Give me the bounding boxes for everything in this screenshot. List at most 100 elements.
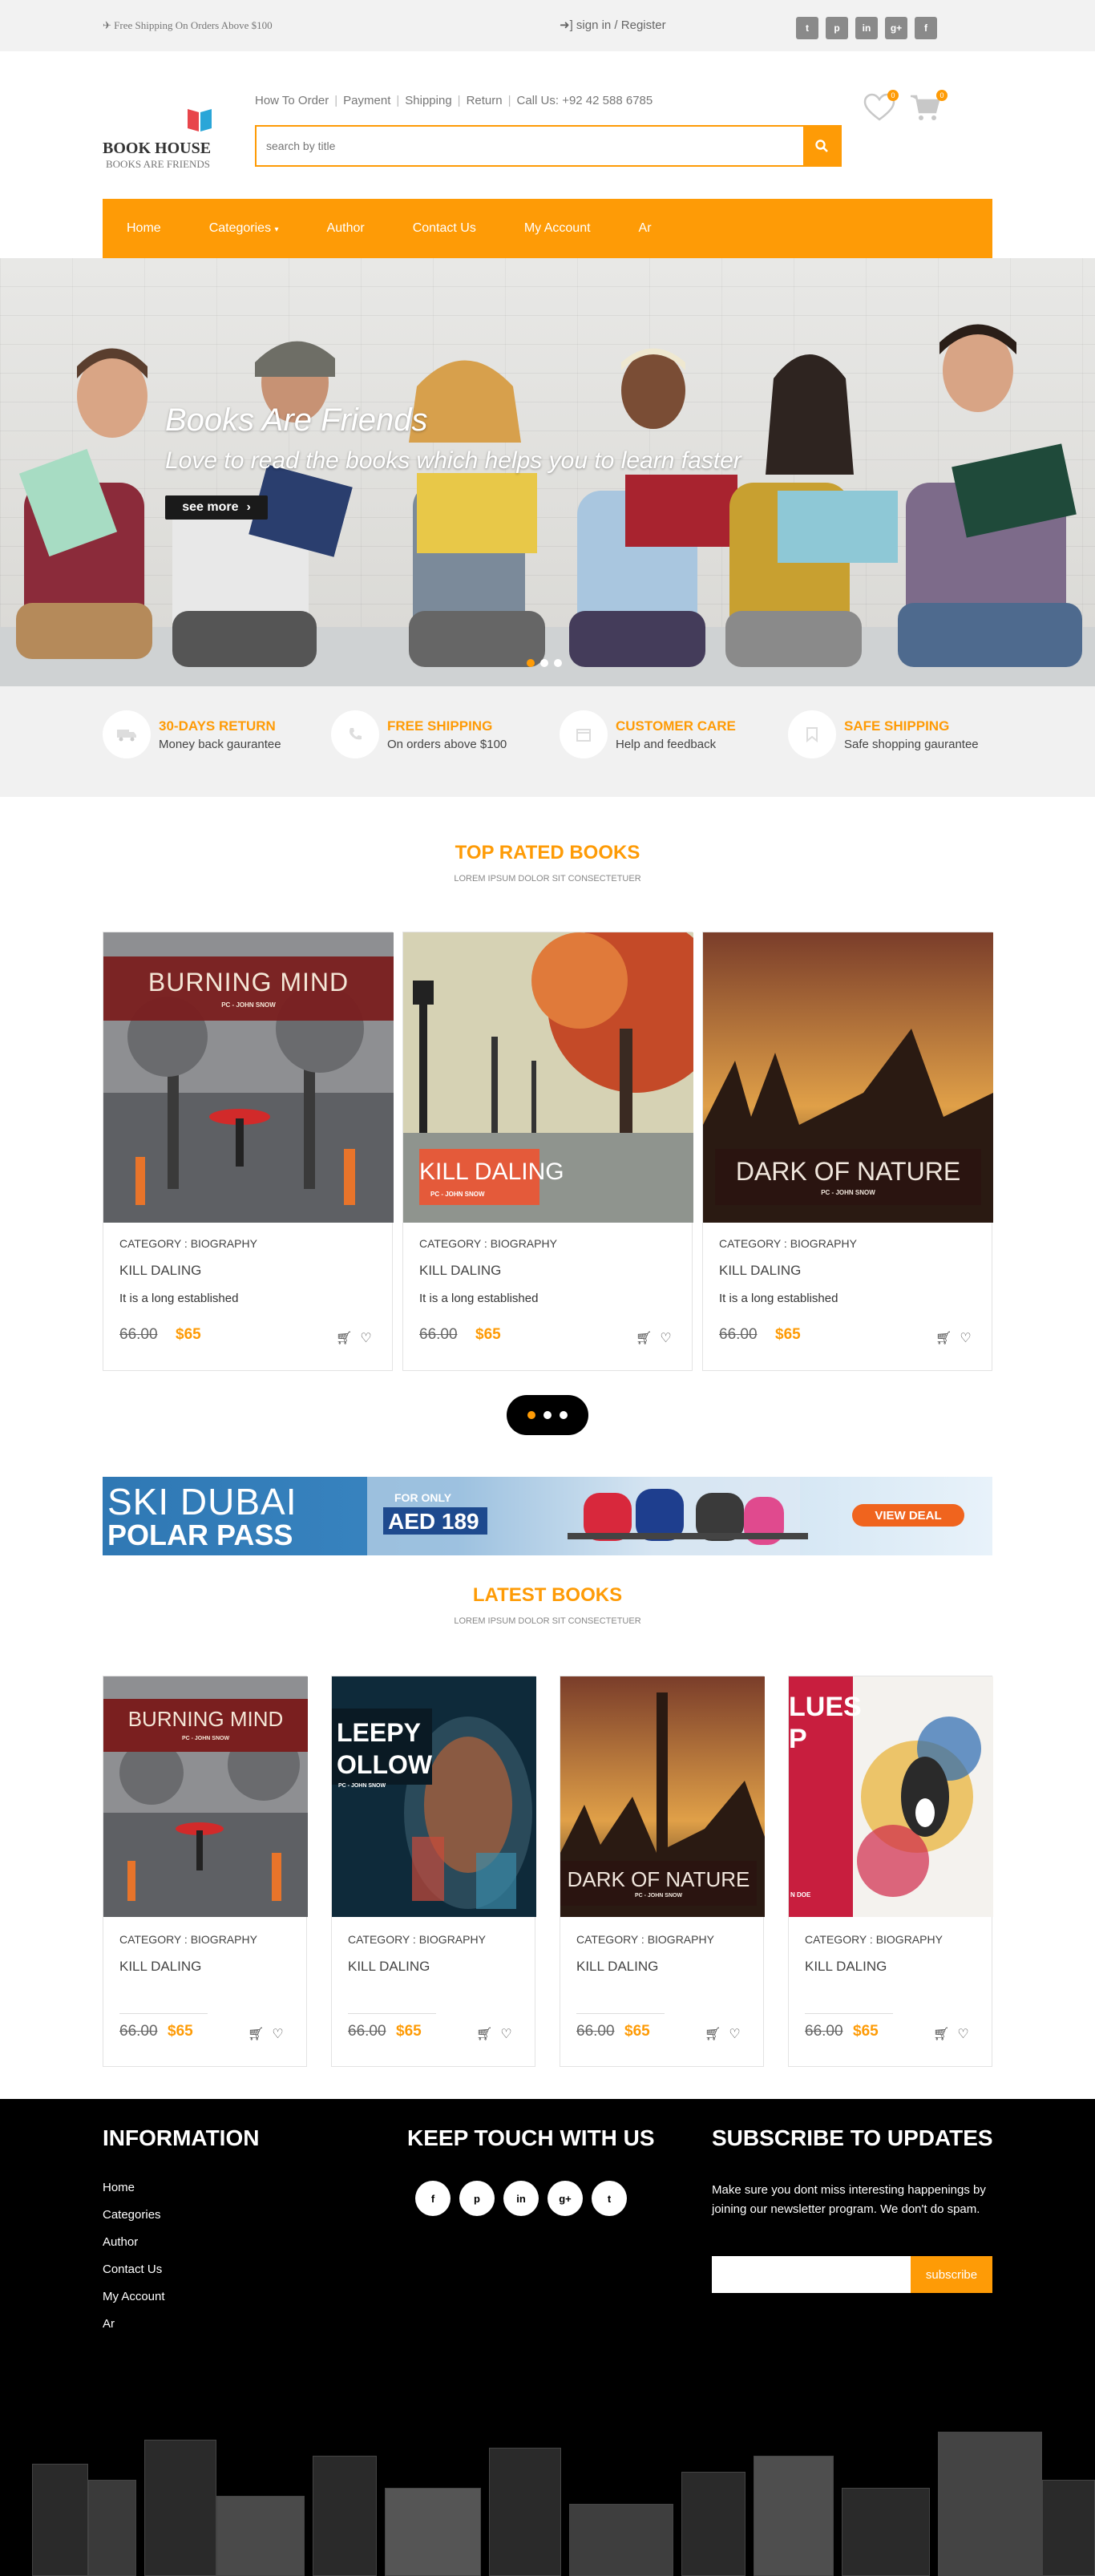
bookmark-icon [788,710,836,758]
wishlist-button[interactable]: 0 [863,90,899,125]
wishlist-count: 0 [887,90,899,101]
heart-icon[interactable]: ♡ [960,1330,971,1346]
pinterest-icon[interactable]: p [459,2181,495,2216]
cart-icon[interactable]: 🛒︎ [933,2026,949,2042]
link-payment[interactable]: Payment [343,94,390,107]
twitter-icon[interactable]: t [796,17,818,39]
book-card[interactable]: LEEPY OLLOW PC - JOHN SNOW CATEGORY : BI… [331,1676,536,2067]
facebook-icon[interactable]: f [915,17,937,39]
book-cover: KILL DALING PC - JOHN SNOW [403,932,693,1223]
footer-subscribe-title: SUBSCRIBE TO UPDATES [712,2125,993,2150]
book-card[interactable]: BURNING MIND PC - JOHN SNOW CATEGORY : B… [103,932,394,1371]
caret-down-icon: ▾ [274,225,279,234]
feature-free-shipping: FREE SHIPPING On orders above $100 [331,710,539,758]
top-rated-subtitle: LOREM IPSUM DOLOR SIT CONSECTETUER [454,874,641,884]
see-more-button[interactable]: see more › [165,495,268,520]
slide-dot[interactable] [527,659,535,667]
search-input[interactable] [257,127,803,165]
top-rated-title: TOP RATED BOOKS [455,842,640,863]
link-return[interactable]: Return [467,94,503,107]
book-card[interactable]: KILL DALING PC - JOHN SNOW CATEGORY : BI… [402,932,693,1371]
topbar-social: t p in g+ f [796,17,937,39]
heart-icon[interactable]: ♡ [272,2026,283,2042]
subscribe-button[interactable]: subscribe [911,2256,992,2293]
cart-icon[interactable]: 🛒︎ [336,1330,352,1346]
login-icon: ➜] [560,18,576,32]
carousel-dot[interactable] [527,1411,535,1419]
ad-banner[interactable]: SKI DUBAI POLAR PASS FOR ONLY AED 189 VI… [103,1477,992,1555]
nav-author[interactable]: Author [327,221,365,236]
carousel-dot[interactable] [560,1411,568,1419]
footer-link-contact[interactable]: Contact Us [103,2263,162,2276]
cart-icon[interactable]: 🛒︎ [636,1330,652,1346]
top-bar: ✈ Free Shipping On Orders Above $100 ➜] … [0,0,1095,51]
main-nav: Home Categories ▾ Author Contact Us My A… [103,199,992,258]
features-bar: 30-DAYS RETURN Money back gaurantee FREE… [0,686,1095,797]
subscribe-form: subscribe [712,2256,992,2293]
footer-link-account[interactable]: My Account [103,2290,165,2303]
sign-in-link[interactable]: ➜] sign in / Register [560,18,666,32]
book-cover: DARK OF NATURE PC - JOHN SNOW [560,1676,765,1917]
slide-dot[interactable] [554,659,562,667]
cart-icon[interactable]: 🛒︎ [705,2026,721,2042]
cart-icon[interactable]: 🛒︎ [476,2026,492,2042]
linkedin-icon[interactable]: in [855,17,878,39]
linkedin-icon[interactable]: in [503,2181,539,2216]
book-card[interactable]: BURNING MIND PC - JOHN SNOW CATEGORY : B… [103,1676,308,2067]
cart-icon[interactable]: 🛒︎ [248,2026,264,2042]
hero-subtitle: Love to read the books which helps you t… [165,447,741,474]
carousel-dot[interactable] [543,1411,552,1419]
header-links: How To Order | Payment | Shipping | Return |… [255,94,653,107]
search-button[interactable] [803,127,840,165]
book-cover: LUES P N DOE [789,1676,993,1917]
view-deal-button[interactable]: VIEW DEAL [852,1504,964,1527]
link-how-to-order[interactable]: How To Order [255,94,329,107]
link-shipping[interactable]: Shipping [405,94,451,107]
hero-title: Books Are Friends [165,402,428,438]
feature-return: 30-DAYS RETURN Money back gaurantee [103,710,311,758]
chevron-right-icon: › [246,500,251,514]
footer-link-home[interactable]: Home [103,2181,135,2194]
nav-home[interactable]: Home [127,221,161,236]
google-plus-icon[interactable]: g+ [548,2181,583,2216]
hero-dots [527,659,562,667]
heart-icon[interactable]: ♡ [660,1330,671,1346]
cart-count: 0 [936,90,948,101]
nav-my-account[interactable]: My Account [524,221,591,236]
facebook-icon[interactable]: f [415,2181,451,2216]
latest-title: LATEST BOOKS [472,1584,623,1606]
latest-subtitle: LOREM IPSUM DOLOR SIT CONSECTETUER [454,1616,641,1626]
search-icon [815,140,828,152]
phone-icon [331,710,379,758]
call-us-text: Call Us: +92 42 588 6785 [516,94,653,107]
heart-icon[interactable]: ♡ [500,2026,511,2042]
search-bar [255,125,842,167]
cart-button[interactable]: 0 [909,90,948,125]
heart-icon[interactable]: ♡ [957,2026,968,2042]
footer-books-image [0,2372,1095,2576]
book-cover: BURNING MIND PC - JOHN SNOW [103,932,394,1223]
book-card[interactable]: DARK OF NATURE PC - JOHN SNOW CATEGORY :… [702,932,993,1371]
subscribe-text: Make sure you dont miss interesting happ… [712,2183,986,2216]
heart-icon[interactable]: ♡ [360,1330,371,1346]
logo[interactable]: BOOK HOUSE BOOKS ARE FRIENDS [103,104,215,176]
book-card[interactable]: LUES P N DOE CATEGORY : BIOGRAPHY KILL D… [788,1676,993,2067]
truck-icon [103,710,151,758]
footer-link-ar[interactable]: Ar [103,2317,115,2331]
twitter-icon[interactable]: t [592,2181,627,2216]
pinterest-icon[interactable]: p [826,17,848,39]
calendar-icon [560,710,608,758]
slide-dot[interactable] [540,659,548,667]
book-cover: BURNING MIND PC - JOHN SNOW [103,1676,308,1917]
heart-icon[interactable]: ♡ [729,2026,740,2042]
nav-contact[interactable]: Contact Us [413,221,476,236]
email-field[interactable] [712,2256,911,2293]
footer: INFORMATION Home Categories Author Conta… [0,2099,1095,2576]
footer-link-author[interactable]: Author [103,2235,138,2249]
cart-icon[interactable]: 🛒︎ [935,1330,952,1346]
nav-categories[interactable]: Categories ▾ [209,221,279,236]
google-plus-icon[interactable]: g+ [885,17,907,39]
nav-ar[interactable]: Ar [639,221,652,236]
footer-link-categories[interactable]: Categories [103,2208,161,2222]
book-card[interactable]: DARK OF NATURE PC - JOHN SNOW CATEGORY :… [560,1676,765,2067]
